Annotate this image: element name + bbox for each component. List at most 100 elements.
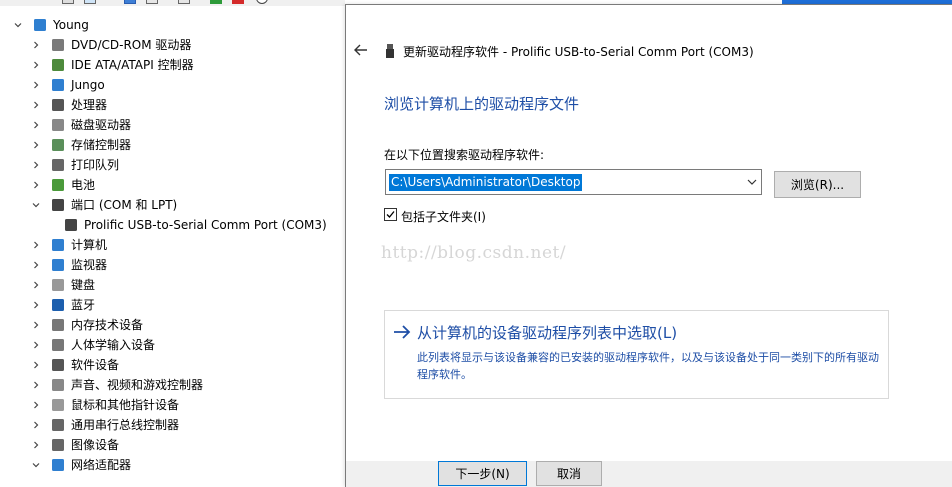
chevron-right-icon[interactable] [30, 59, 42, 71]
chevron-right-icon[interactable] [30, 179, 42, 191]
chevron-right-icon[interactable] [30, 319, 42, 331]
mouse-icon [52, 399, 64, 411]
tree-root-label: Young [53, 18, 89, 32]
include-subfolders-checkbox[interactable] [384, 208, 397, 221]
chevron-right-icon[interactable] [30, 159, 42, 171]
chevron-right-icon[interactable] [30, 419, 42, 431]
keyboard-icon [52, 279, 64, 291]
chevron-right-icon[interactable] [30, 239, 42, 251]
watermark-text: http://blog.csdn.net/ [381, 243, 567, 263]
chevron-down-icon[interactable] [12, 19, 24, 31]
usb-serial-port-icon [65, 219, 77, 231]
memory-device-icon [52, 319, 64, 331]
processor-icon [52, 99, 64, 111]
speaker-icon [52, 379, 64, 391]
chevron-right-icon[interactable] [30, 39, 42, 51]
tree-item-label: 电池 [71, 178, 96, 192]
browse-button[interactable]: 浏览(R)... [774, 171, 861, 198]
chevron-right-icon[interactable] [30, 399, 42, 411]
driver-path-value[interactable]: C:\Users\Administrator\Desktop [389, 174, 583, 191]
chevron-right-icon[interactable] [30, 379, 42, 391]
page-heading: 浏览计算机上的驱动程序文件 [384, 95, 580, 113]
pick-from-list-option[interactable]: 从计算机的设备驱动程序列表中选取(L) 此列表将显示与该设备兼容的已安装的驱动程… [384, 310, 889, 399]
tree-category-item[interactable]: 鼠标和其他指针设备 [30, 395, 179, 415]
next-button[interactable]: 下一步(N) [438, 461, 527, 486]
tree-category-item[interactable]: 软件设备 [30, 355, 119, 375]
update-driver-dialog: 更新驱动程序软件 - Prolific USB-to-Serial Comm P… [345, 4, 952, 487]
tree-item-label: DVD/CD-ROM 驱动器 [71, 38, 192, 52]
help-toolbar-icon[interactable] [84, 0, 96, 4]
tree-category-item[interactable]: 人体学输入设备 [30, 335, 155, 355]
checkmark-icon [386, 211, 395, 218]
chevron-down-icon[interactable] [30, 459, 42, 471]
cancel-button[interactable]: 取消 [536, 461, 602, 486]
back-arrow-icon[interactable] [352, 41, 370, 59]
tree-item-label: 蓝牙 [71, 298, 96, 312]
dvd-drive-icon [52, 39, 64, 51]
tree-item-label: 打印队列 [71, 158, 120, 172]
chevron-down-icon[interactable] [30, 199, 42, 211]
chevron-right-icon[interactable] [30, 99, 42, 111]
chevron-right-icon[interactable] [30, 339, 42, 351]
tree-category-item[interactable]: 监视器 [30, 255, 107, 275]
arrow-right-icon [394, 325, 411, 339]
tree-item-label: 通用串行总线控制器 [71, 418, 180, 432]
chevron-right-icon[interactable] [30, 259, 42, 271]
disable-device-toolbar-icon[interactable] [178, 0, 190, 4]
chevron-right-icon[interactable] [30, 119, 42, 131]
tree-root-computer[interactable]: Young [12, 15, 89, 35]
tree-item-label: Jungo [71, 78, 105, 92]
download-toolbar-icon[interactable] [256, 0, 268, 4]
forward-toolbar-icon[interactable] [28, 0, 40, 4]
tree-category-item[interactable]: 声音、视频和游戏控制器 [30, 375, 203, 395]
tree-category-item[interactable]: 存储控制器 [30, 135, 131, 155]
properties-toolbar-icon[interactable] [62, 0, 74, 4]
tree-item-label: 声音、视频和游戏控制器 [71, 378, 204, 392]
chevron-right-icon[interactable] [30, 359, 42, 371]
chevron-right-icon[interactable] [30, 439, 42, 451]
tree-category-item[interactable]: 处理器 [30, 95, 107, 115]
tree-category-item[interactable]: IDE ATA/ATAPI 控制器 [30, 55, 194, 75]
tree-category-item[interactable]: Jungo [30, 75, 105, 95]
chevron-right-icon[interactable] [30, 139, 42, 151]
device-tree: Young DVD/CD-ROM 驱动器 IDE ATA/ATAPI 控制器 Jung… [0, 14, 345, 487]
tree-item-label: 端口 (COM 和 LPT) [71, 198, 178, 212]
scan-hardware-toolbar-icon[interactable] [146, 0, 158, 4]
tree-category-item[interactable]: 网络适配器 [30, 455, 131, 475]
tree-category-item[interactable]: 打印队列 [30, 155, 119, 175]
imaging-device-icon [52, 439, 64, 451]
pick-from-list-title[interactable]: 从计算机的设备驱动程序列表中选取(L) [417, 322, 677, 343]
tree-category-item[interactable]: 键盘 [30, 275, 95, 295]
network-adapter-icon [52, 459, 64, 471]
uninstall-toolbar-icon[interactable] [232, 0, 244, 4]
tree-category-item[interactable]: 内存技术设备 [30, 315, 143, 335]
chevron-down-icon[interactable] [745, 175, 759, 189]
tree-device-item[interactable]: Prolific USB-to-Serial Comm Port (COM3) [63, 215, 327, 235]
storage-controller-icon [52, 139, 64, 151]
tree-category-item[interactable]: 端口 (COM 和 LPT) [30, 195, 177, 215]
include-subfolders-label[interactable]: 包括子文件夹(I) [401, 208, 486, 225]
dialog-footer [346, 461, 952, 487]
pick-from-list-description: 此列表将显示与该设备兼容的已安装的驱动程序软件，以及与该设备处于同一类别下的所有… [417, 351, 879, 381]
print-queue-icon [52, 159, 64, 171]
tree-category-item[interactable]: 计算机 [30, 235, 107, 255]
tree-item-label: 存储控制器 [71, 138, 132, 152]
tree-category-item[interactable]: 图像设备 [30, 435, 119, 455]
tree-item-label: 计算机 [71, 238, 108, 252]
battery-icon [52, 179, 64, 191]
update-driver-toolbar-icon[interactable] [124, 0, 136, 4]
chevron-right-icon[interactable] [30, 79, 42, 91]
tree-item-label: 键盘 [71, 278, 96, 292]
chevron-right-icon[interactable] [30, 279, 42, 291]
tree-category-item[interactable]: 通用串行总线控制器 [30, 415, 179, 435]
add-driver-toolbar-icon[interactable] [210, 0, 222, 4]
chevron-right-icon[interactable] [30, 299, 42, 311]
tree-category-item[interactable]: 蓝牙 [30, 295, 95, 315]
tree-category-item[interactable]: 电池 [30, 175, 95, 195]
driver-path-combobox[interactable]: C:\Users\Administrator\Desktop [385, 169, 762, 195]
disk-drive-icon [52, 119, 64, 131]
ide-controller-icon [52, 59, 64, 71]
tree-category-item[interactable]: DVD/CD-ROM 驱动器 [30, 35, 191, 55]
tree-category-item[interactable]: 磁盘驱动器 [30, 115, 131, 135]
back-toolbar-icon[interactable] [6, 0, 18, 4]
